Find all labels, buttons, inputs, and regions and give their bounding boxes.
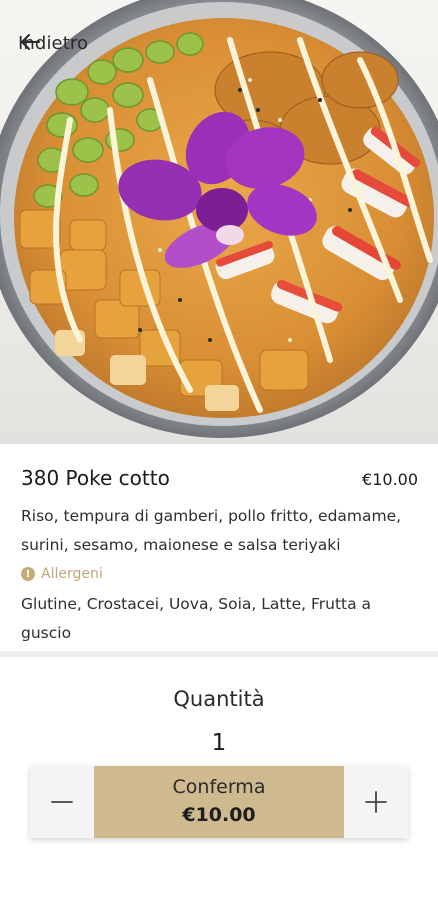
dish-price: €10.00 xyxy=(362,470,418,489)
quantity-value: 1 xyxy=(211,730,227,756)
back-button[interactable]: Indietro xyxy=(18,30,88,56)
poke-bowl-illustration xyxy=(0,0,438,438)
dish-photo: Indietro xyxy=(0,0,438,444)
title-row: 380 Poke cotto €10.00 xyxy=(21,466,418,490)
confirm-button[interactable]: Conferma €10.00 xyxy=(94,766,344,838)
allergens-list: Glutine, Crostacei, Uova, Soia, Latte, F… xyxy=(21,595,372,642)
plus-icon xyxy=(365,791,387,813)
allergens-label: Allergeni xyxy=(41,566,103,582)
increase-button[interactable] xyxy=(344,766,408,838)
warning-icon: ! xyxy=(21,567,35,581)
section-divider xyxy=(0,651,438,657)
allergens-button[interactable]: ! Allergeni xyxy=(21,560,418,588)
quantity-label: Quantità xyxy=(173,687,265,711)
arrow-left-icon xyxy=(21,34,40,50)
confirm-label: Conferma xyxy=(172,776,266,798)
confirm-price: €10.00 xyxy=(182,804,256,826)
decrease-button[interactable] xyxy=(30,766,94,838)
minus-icon xyxy=(51,801,73,803)
dish-description: Riso, tempura di gamberi, pollo fritto, … xyxy=(21,507,402,554)
dish-title: 380 Poke cotto xyxy=(21,466,170,490)
quantity-stepper: Conferma €10.00 xyxy=(30,766,408,838)
dish-info: 380 Poke cotto €10.00 Riso, tempura di g… xyxy=(21,466,418,648)
